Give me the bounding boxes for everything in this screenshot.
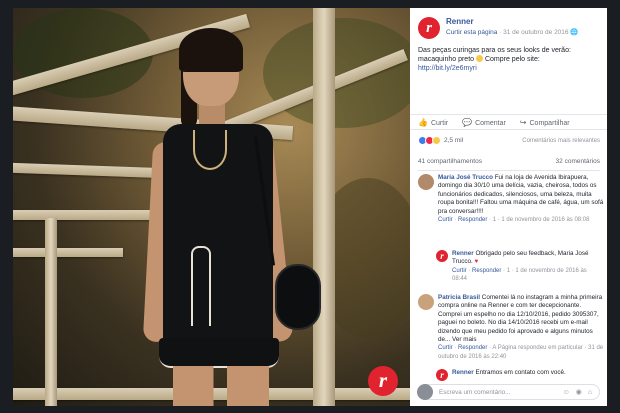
heart-icon: ♥ bbox=[474, 258, 479, 266]
wow-reaction-icon bbox=[432, 136, 441, 145]
comment-like-link[interactable]: Curtir bbox=[438, 217, 453, 223]
share-stats: 41 compartilhamentos 32 comentários bbox=[418, 158, 600, 171]
reactions-row: 2,5 mil Comentários mais relevantes bbox=[418, 136, 600, 145]
reply-author[interactable]: Renner bbox=[452, 250, 474, 257]
share-button[interactable]: ↪ Compartilhar bbox=[520, 118, 570, 127]
viewer-frame: r r Renner Curtir esta página · 31 de ou… bbox=[0, 0, 620, 413]
comment-icon: 💬 bbox=[462, 117, 473, 127]
drawstring bbox=[191, 246, 211, 326]
reply-like-count: 1 bbox=[506, 267, 511, 274]
comment: Patricia Brasil Comentei lá no instagram… bbox=[418, 294, 604, 361]
comment-author[interactable]: Patricia Brasil bbox=[438, 294, 480, 301]
comment-input[interactable]: Escreva um comentário... ☺ ◉ ⌂ bbox=[417, 384, 600, 400]
model-hair bbox=[179, 28, 243, 72]
post-link[interactable]: http://bit.ly/2e6myri bbox=[418, 65, 477, 72]
comment-placeholder: Escreva um comentário... bbox=[439, 388, 511, 396]
post-text: Das peças curingas para os seus looks de… bbox=[418, 46, 598, 73]
comment-text: Comentei lá no instagram a minha primeir… bbox=[438, 294, 603, 344]
comment-date[interactable]: 1 de novembro de 2016 às 08:08 bbox=[501, 217, 589, 223]
necklace bbox=[193, 130, 227, 170]
post-header: r Renner Curtir esta página · 31 de outu… bbox=[410, 8, 607, 76]
comment: Maria José Trucco Fui na loja de Avenida… bbox=[418, 174, 604, 224]
avatar[interactable] bbox=[418, 174, 434, 190]
share-label: Compartilhar bbox=[529, 119, 570, 127]
renner-avatar[interactable]: r bbox=[436, 250, 448, 262]
renner-avatar[interactable]: r bbox=[436, 369, 448, 381]
user-avatar bbox=[417, 384, 433, 400]
round-bag bbox=[275, 264, 321, 330]
page-avatar[interactable]: r bbox=[418, 17, 440, 39]
emoji-camera-icons[interactable]: ☺ ◉ ⌂ bbox=[563, 388, 594, 396]
reply-author[interactable]: Renner bbox=[452, 369, 474, 376]
comments-count[interactable]: 32 comentários bbox=[556, 158, 600, 165]
comment-like-link[interactable]: Curtir bbox=[438, 345, 453, 351]
globe-icon: 🌐 bbox=[570, 29, 579, 36]
page-replied-note: A Página respondeu em particular bbox=[492, 345, 583, 352]
reply: r Renner Entramos em contato com você. bbox=[436, 369, 596, 381]
comment-footer: Curtir · Responder · 1 · 1 de novembro d… bbox=[438, 217, 590, 224]
comment-like-count: 1 bbox=[492, 217, 497, 224]
reply-like-link[interactable]: Curtir bbox=[452, 268, 467, 274]
like-button[interactable]: 👍 Curtir bbox=[418, 118, 448, 127]
renner-logo-icon: r bbox=[368, 366, 398, 396]
avatar[interactable] bbox=[418, 294, 434, 310]
reply-text: Entramos em contato com você. bbox=[475, 369, 566, 376]
pergola-beam bbox=[13, 248, 123, 257]
shares-count[interactable]: 41 compartilhamentos bbox=[418, 158, 482, 165]
foliage bbox=[263, 18, 410, 128]
reply-footer: Curtir · Responder · 1 · 1 de novembro d… bbox=[452, 267, 587, 283]
pergola-post bbox=[45, 218, 57, 406]
pergola-beam bbox=[13, 210, 153, 220]
pergola-post bbox=[313, 8, 335, 406]
comment-reply-link[interactable]: Responder bbox=[458, 345, 487, 351]
model-legs bbox=[173, 366, 269, 406]
post-date[interactable]: 31 de outubro de 2016 bbox=[503, 29, 568, 36]
like-label: Curtir bbox=[430, 119, 449, 127]
comment-button[interactable]: 💬 Comentar bbox=[462, 118, 506, 127]
reaction-count[interactable]: 2,5 mil bbox=[444, 137, 463, 144]
comment-sort[interactable]: Comentários mais relevantes bbox=[522, 138, 600, 144]
comment-label: Comentar bbox=[475, 119, 506, 127]
post-sidebar: r Renner Curtir esta página · 31 de outu… bbox=[410, 8, 607, 406]
reply: r Renner Obrigado pelo seu feedback, Mar… bbox=[436, 250, 596, 284]
post-photo[interactable]: r bbox=[13, 8, 410, 406]
reply-reply-link[interactable]: Responder bbox=[472, 268, 501, 274]
jumpsuit-hem bbox=[159, 338, 279, 368]
thumbs-up-icon: 👍 bbox=[418, 117, 428, 127]
post-actions: 👍 Curtir 💬 Comentar ↪ Compartilhar bbox=[410, 114, 607, 130]
post-meta: Curtir esta página · 31 de outubro de 20… bbox=[446, 28, 578, 36]
comment-author[interactable]: Maria José Trucco bbox=[438, 174, 493, 181]
share-icon: ↪ bbox=[519, 117, 527, 127]
smiley-icon bbox=[476, 55, 483, 62]
like-page-link[interactable]: Curtir esta página bbox=[446, 29, 497, 36]
comment-footer: Curtir · Responder · A Página respondeu … bbox=[438, 345, 604, 360]
compre-text: Compre pelo site: bbox=[484, 56, 540, 63]
comment-reply-link[interactable]: Responder bbox=[458, 217, 487, 223]
page-name[interactable]: Renner bbox=[446, 17, 474, 26]
